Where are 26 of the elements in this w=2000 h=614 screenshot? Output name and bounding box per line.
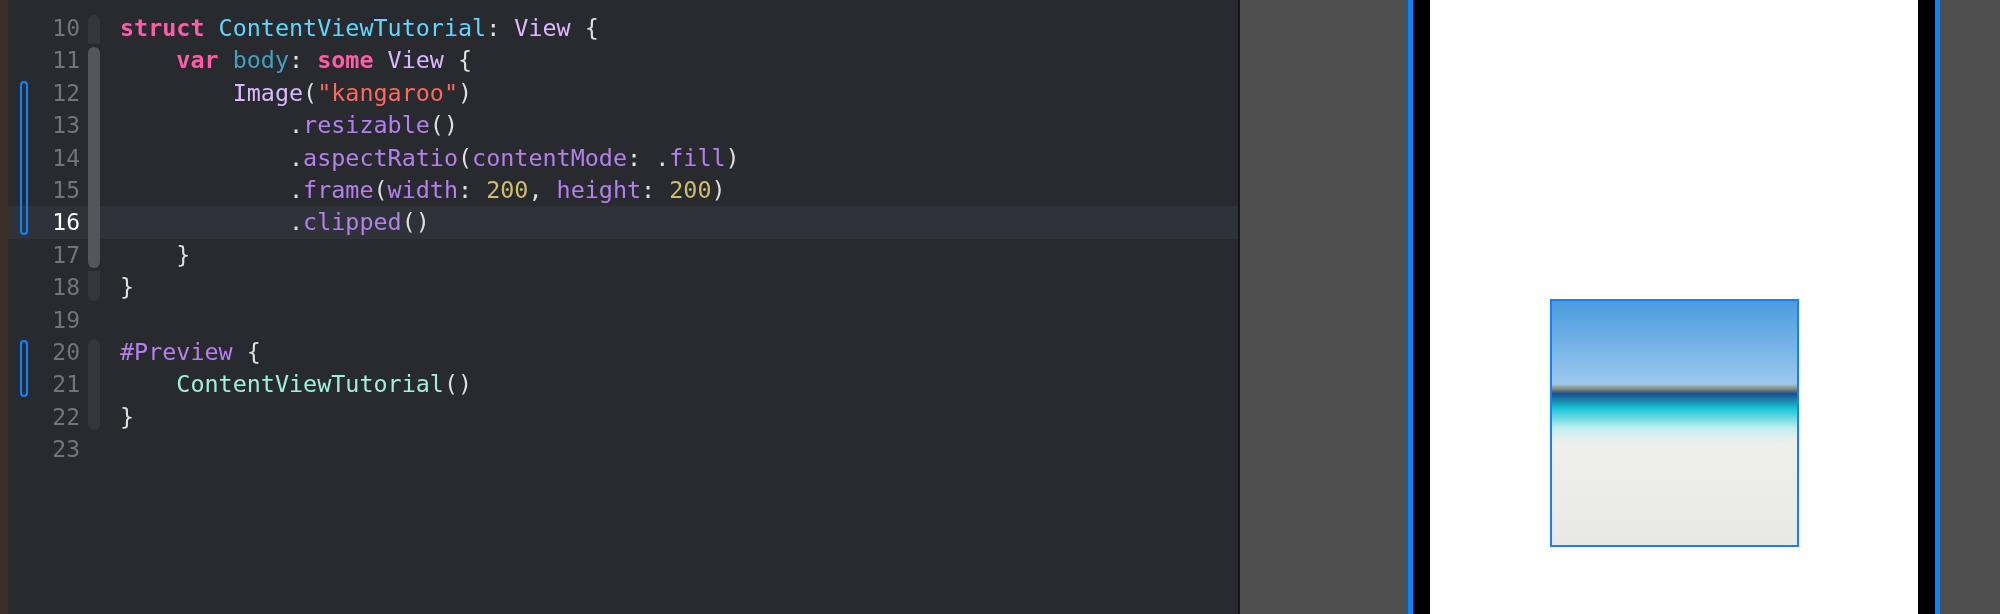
- line-number: 19: [51, 305, 80, 335]
- line-number: 22: [51, 402, 80, 432]
- line-number: 18: [51, 273, 80, 303]
- code-text: ContentViewTutorial(): [175, 369, 473, 401]
- line-number: 23: [51, 435, 80, 465]
- code-text: }: [175, 239, 191, 271]
- code-text: var body: some View {: [175, 45, 473, 77]
- line-number: 21: [51, 370, 80, 400]
- line-number: 11: [51, 46, 80, 76]
- line-number: 20: [51, 337, 80, 367]
- code-text: Image("kangaroo"): [231, 77, 473, 109]
- line-number: 14: [51, 143, 80, 173]
- line-number: 10: [51, 14, 80, 43]
- code-text: }: [120, 401, 135, 433]
- code-text: .resizable(): [288, 110, 458, 142]
- line-number: 13: [51, 111, 80, 141]
- code-text: .aspectRatio(contentMode: .fill): [288, 142, 740, 174]
- line-number: 12: [51, 78, 80, 108]
- line-number: 15: [51, 175, 80, 205]
- line-number: 17: [51, 240, 80, 270]
- code-text: #Preview {: [120, 336, 261, 368]
- code-text: struct ContentViewTutorial: View {: [120, 13, 599, 44]
- line-number: 16: [51, 208, 80, 238]
- code-text: }: [120, 272, 135, 304]
- code-text: .clipped(): [288, 207, 430, 239]
- code-text: .frame(width: 200, height: 200): [288, 174, 726, 206]
